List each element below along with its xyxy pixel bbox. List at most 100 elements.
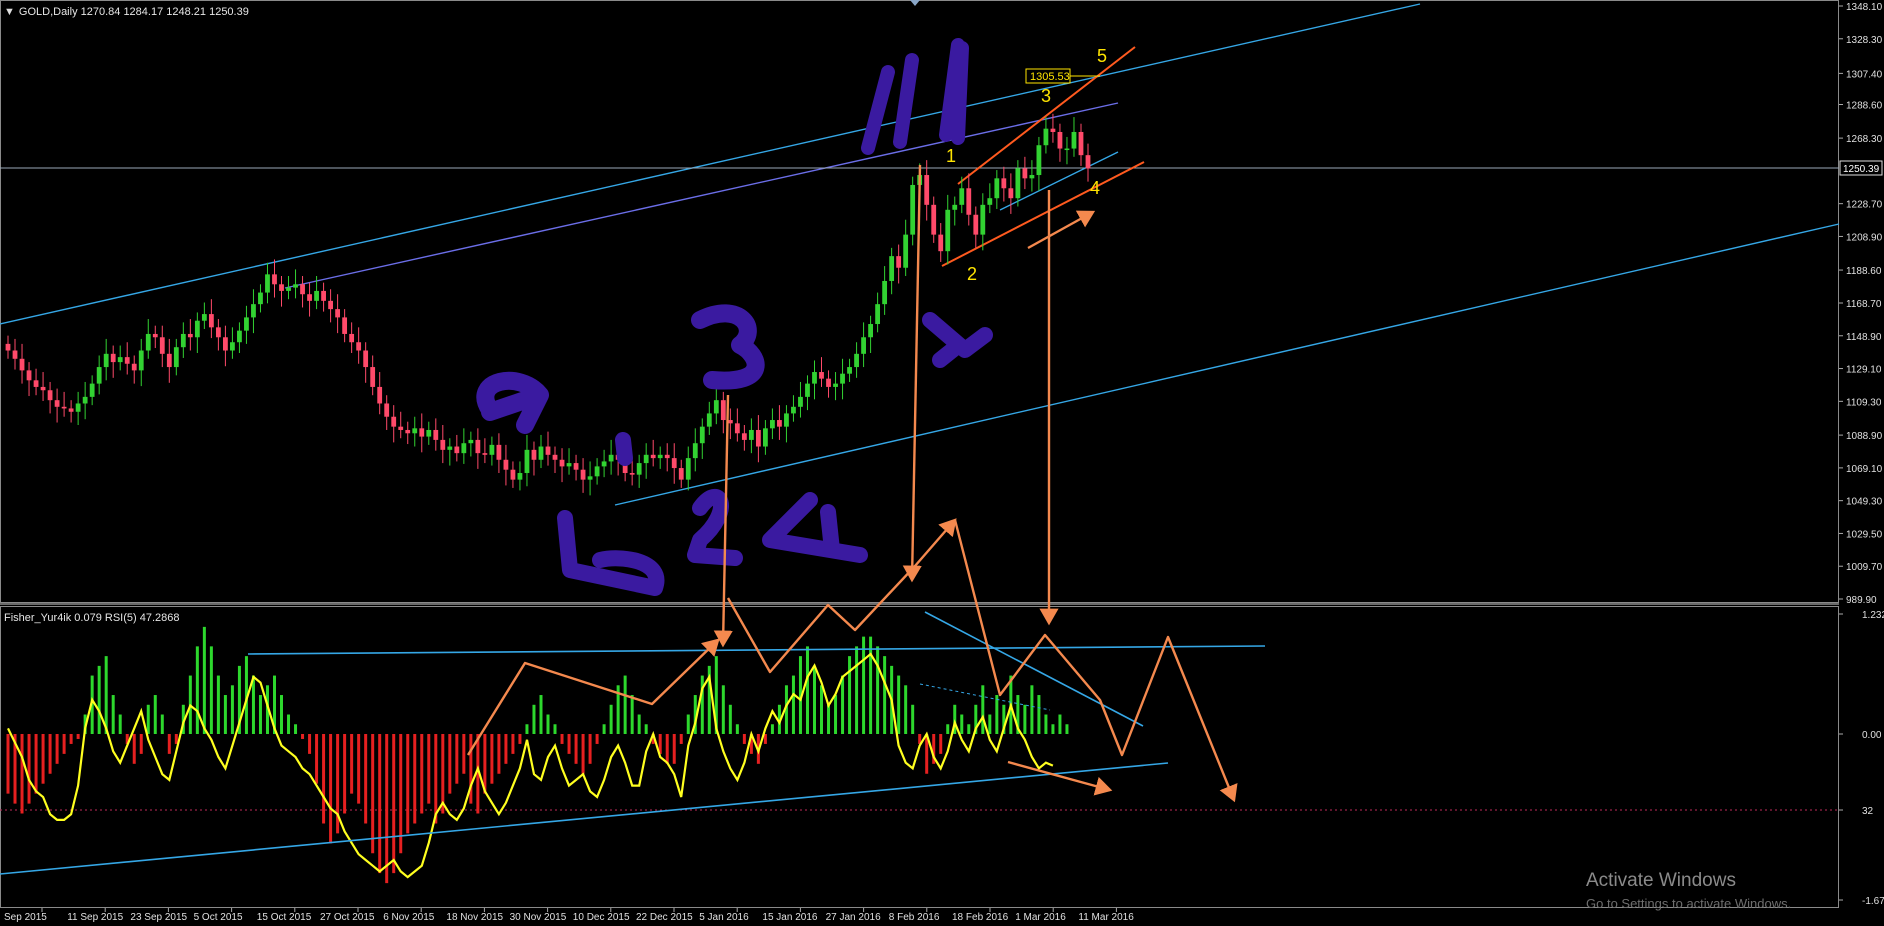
candle-body bbox=[1085, 155, 1091, 169]
candle-body bbox=[47, 390, 53, 401]
candle-body bbox=[173, 347, 179, 368]
marker-digit-5 bbox=[557, 510, 665, 596]
candle-body bbox=[370, 367, 376, 387]
candle-body bbox=[966, 188, 972, 215]
price-tick-label: 1129.10 bbox=[1846, 365, 1882, 376]
candle-body bbox=[741, 433, 747, 440]
indicator-support-line bbox=[0, 762, 1169, 875]
candle-body bbox=[833, 383, 838, 387]
candle-body bbox=[664, 454, 670, 459]
candle-body bbox=[510, 469, 516, 480]
candle-body bbox=[840, 373, 845, 384]
candle-body bbox=[1029, 175, 1035, 179]
candle-body bbox=[924, 175, 930, 205]
candle-body bbox=[272, 274, 277, 285]
rsi-line bbox=[7, 652, 1054, 879]
wave-label-1: 1 bbox=[946, 146, 956, 166]
candle-body bbox=[819, 372, 824, 379]
wave-label-2: 2 bbox=[967, 264, 977, 284]
shift-marker-icon[interactable] bbox=[910, 0, 920, 6]
candle-body bbox=[201, 314, 207, 321]
chart-window: 1348.10 1328.30 1307.40 1288.60 1268.30 1228.… bbox=[0, 0, 1884, 926]
candle-body bbox=[889, 256, 895, 281]
date-tick-label: 22 Dec 2015 bbox=[636, 912, 693, 923]
candle-body bbox=[573, 463, 579, 470]
target-price-tag[interactable]: 1305.53 bbox=[1025, 68, 1100, 84]
price-tick-label: 1009.70 bbox=[1846, 562, 1883, 573]
candle-body bbox=[791, 406, 796, 414]
candle-body bbox=[1071, 131, 1077, 149]
candle-body bbox=[26, 370, 32, 381]
candle-body bbox=[286, 287, 291, 291]
candle-body bbox=[405, 429, 411, 434]
price-and-indicator-chart[interactable]: 1348.10 1328.30 1307.40 1288.60 1268.30 1228.… bbox=[0, 0, 1884, 926]
candle-body bbox=[230, 342, 235, 351]
candle-body bbox=[854, 353, 859, 368]
candle-body bbox=[300, 284, 305, 295]
candle-body bbox=[40, 386, 46, 391]
wave-label-3: 3 bbox=[1041, 86, 1051, 106]
indicator-downtrend-line bbox=[924, 611, 1144, 727]
candle-body bbox=[777, 420, 782, 427]
candle-body bbox=[54, 400, 60, 407]
candle-body bbox=[812, 372, 817, 384]
candle-body bbox=[131, 363, 137, 371]
date-tick-label: 11 Mar 2016 bbox=[1078, 912, 1134, 923]
candle-body bbox=[657, 454, 663, 459]
candle-body bbox=[468, 439, 474, 444]
indicator-axis: 1.232 0.00 32 -1.67 bbox=[1839, 610, 1884, 907]
candle-body bbox=[699, 426, 705, 444]
lower-channel-line bbox=[614, 223, 1840, 506]
candle-body bbox=[987, 198, 993, 205]
candle-body bbox=[335, 309, 341, 318]
candle-body bbox=[138, 350, 144, 371]
candle-body bbox=[805, 383, 810, 397]
indicator-panel-frame bbox=[0, 606, 1839, 908]
candle-body bbox=[145, 333, 151, 351]
candle-body bbox=[875, 304, 881, 325]
candle-body bbox=[5, 343, 11, 351]
candle-body bbox=[692, 443, 698, 459]
candle-body bbox=[314, 290, 319, 301]
candle-body bbox=[952, 204, 958, 210]
candle-body bbox=[1036, 145, 1042, 176]
marker-dot bbox=[615, 432, 633, 466]
candle-body bbox=[798, 396, 803, 407]
price-tick-label: 1109.30 bbox=[1846, 397, 1882, 408]
candle-body bbox=[187, 333, 193, 338]
candle-body bbox=[251, 304, 256, 318]
candle-body bbox=[938, 234, 944, 252]
price-tick-label: 1228.70 bbox=[1846, 200, 1883, 211]
date-tick-label: 27 Jan 2016 bbox=[826, 912, 881, 923]
wave-label-5: 5 bbox=[1097, 46, 1107, 66]
price-tick-label: 1148.90 bbox=[1846, 332, 1882, 343]
candle-body bbox=[945, 209, 951, 252]
date-tick-label: 8 Feb 2016 bbox=[889, 912, 940, 923]
price-tick-label: 1307.40 bbox=[1846, 69, 1883, 80]
candle-body bbox=[293, 284, 298, 288]
date-tick-label: Sep 2015 bbox=[4, 912, 47, 923]
price-panel-title: ▼ GOLD,Daily 1270.84 1284.17 1248.21 1250… bbox=[4, 6, 249, 18]
indicator-tick-label: 0.00 bbox=[1862, 730, 1882, 741]
activation-watermark-title: Activate Windows bbox=[1586, 870, 1736, 891]
candle-body bbox=[678, 468, 684, 480]
candle-body bbox=[279, 284, 284, 291]
candle-body bbox=[685, 458, 691, 480]
price-tick-label: 1049.30 bbox=[1846, 497, 1883, 508]
candle-body bbox=[959, 188, 965, 205]
date-tick-label: 6 Nov 2015 bbox=[383, 912, 435, 923]
candle-body bbox=[75, 403, 81, 412]
fisher-histogram bbox=[6, 626, 1069, 884]
panel-menu-icon[interactable]: ▼ bbox=[4, 6, 15, 18]
candle-body bbox=[734, 423, 740, 434]
marker-digit-4-low bbox=[762, 492, 868, 563]
candle-body bbox=[328, 300, 333, 310]
candle-body bbox=[868, 324, 873, 338]
candle-body bbox=[215, 327, 221, 338]
candle-body bbox=[89, 383, 95, 397]
candle-body bbox=[482, 453, 488, 455]
candle-body bbox=[33, 380, 39, 387]
candle-body bbox=[910, 184, 916, 235]
candle-body bbox=[265, 274, 270, 293]
date-tick-label: 10 Dec 2015 bbox=[573, 912, 630, 923]
